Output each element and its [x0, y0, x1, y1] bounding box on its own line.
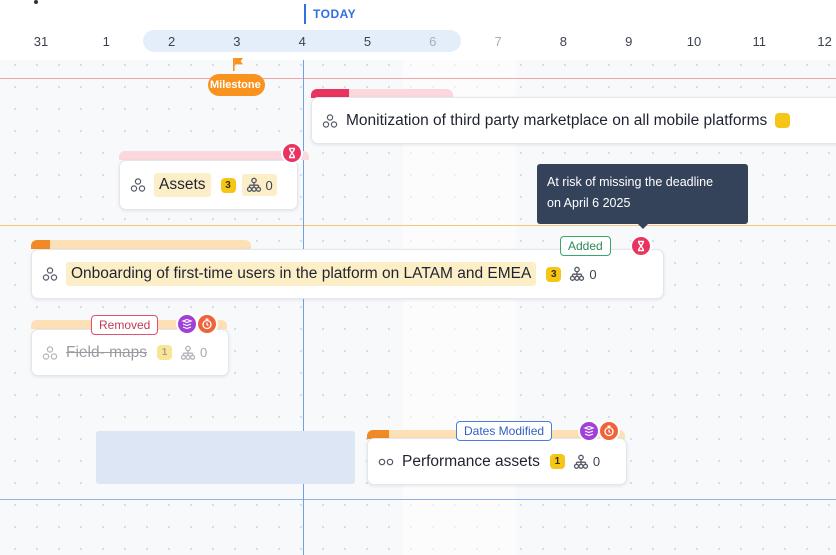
at-risk-hourglass-icon[interactable]	[630, 235, 652, 257]
card-tab-onboarding	[31, 240, 251, 249]
date-5[interactable]: 5	[353, 34, 383, 49]
tooltip-line-2: on April 6 2025	[547, 196, 631, 210]
dependencies: 0	[241, 174, 277, 196]
tooltip-line-1: At risk of missing the deadline	[547, 175, 714, 189]
card-field-maps[interactable]: Field- maps 1 0	[31, 329, 229, 376]
dependencies: 0	[573, 454, 600, 470]
dependencies: 0	[180, 345, 207, 361]
stack-icon[interactable]	[578, 420, 600, 442]
date-2[interactable]: 2	[157, 34, 187, 49]
count-badge: 3	[220, 177, 236, 193]
clock-icon[interactable]	[196, 313, 218, 335]
dependency-count: 0	[592, 454, 601, 469]
date-1[interactable]: 1	[91, 34, 121, 49]
card-title: Onboarding of first-time users in the pl…	[66, 262, 537, 286]
node-group-icon	[42, 267, 58, 281]
menu-dot-icon	[34, 0, 38, 4]
date-31[interactable]: 31	[26, 34, 56, 49]
lane-divider-blue	[0, 499, 836, 500]
today-marker	[304, 4, 306, 24]
timeline-header: TODAY 31 1 2 3 4 5 6 7 8 9 10 11 12	[0, 0, 836, 60]
date-3[interactable]: 3	[222, 34, 252, 49]
drop-placeholder	[96, 431, 355, 484]
hierarchy-icon	[573, 454, 588, 469]
card-title: Performance assets	[402, 452, 540, 470]
date-6[interactable]: 6	[418, 34, 448, 49]
at-risk-tooltip: At risk of missing the deadline on April…	[537, 164, 748, 224]
node-group-icon	[322, 113, 338, 128]
count-badge: 1	[549, 454, 565, 469]
card-monitization[interactable]: Monitization of third party marketplace …	[311, 97, 836, 144]
date-4[interactable]: 4	[287, 34, 317, 49]
lane-divider-yellow	[0, 225, 836, 226]
dependency-count: 0	[199, 345, 208, 360]
today-label: TODAY	[313, 7, 357, 21]
removed-badge: Removed	[91, 315, 159, 335]
dependency-count: 0	[265, 177, 273, 193]
card-title: Assets	[154, 173, 211, 197]
date-10[interactable]: 10	[679, 34, 709, 49]
count-badge: 3	[546, 266, 562, 282]
date-12[interactable]: 12	[810, 34, 836, 49]
added-badge: Added	[560, 236, 611, 256]
card-title: Field- maps	[66, 343, 147, 361]
tooltip-arrow	[637, 223, 649, 229]
date-11[interactable]: 11	[744, 34, 774, 49]
hierarchy-icon	[570, 266, 585, 281]
card-onboarding[interactable]: Onboarding of first-time users in the pl…	[31, 249, 664, 299]
stack-icon[interactable]	[176, 313, 198, 335]
clock-icon[interactable]	[598, 420, 620, 442]
node-group-icon	[130, 178, 146, 192]
count-badge	[775, 113, 791, 128]
flag-icon	[233, 58, 243, 71]
milestone-pill[interactable]: Milestone	[208, 74, 265, 96]
lane-divider-red	[0, 78, 836, 79]
at-risk-hourglass-icon[interactable]	[281, 142, 303, 164]
dependencies: 0	[569, 266, 597, 282]
count-badge: 1	[156, 345, 172, 360]
hierarchy-icon	[180, 345, 196, 360]
card-performance[interactable]: Performance assets 1 0	[367, 438, 627, 485]
linked-nodes-icon	[378, 458, 394, 465]
card-title: Monitization of third party marketplace …	[346, 111, 768, 129]
dates-modified-badge: Dates Modified	[456, 421, 553, 441]
date-7[interactable]: 7	[483, 34, 513, 49]
card-assets[interactable]: Assets 3 0	[119, 160, 298, 210]
dependency-count: 0	[589, 266, 597, 282]
date-8[interactable]: 8	[548, 34, 578, 49]
date-9[interactable]: 9	[614, 34, 644, 49]
node-group-icon	[42, 345, 58, 360]
hierarchy-icon	[246, 177, 261, 192]
